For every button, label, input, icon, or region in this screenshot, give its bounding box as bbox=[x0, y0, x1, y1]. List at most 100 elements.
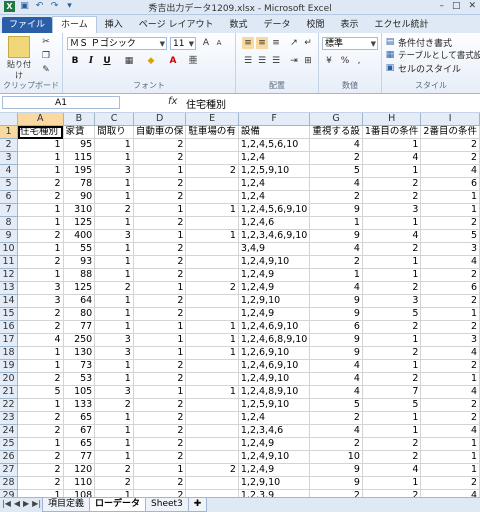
bold-button[interactable]: B bbox=[69, 55, 81, 67]
row-header[interactable]: 7 bbox=[0, 203, 19, 217]
cell[interactable]: 1,2,9,10 bbox=[238, 476, 311, 490]
shrink-font-icon[interactable]: A bbox=[213, 37, 225, 49]
cell[interactable]: 1 bbox=[94, 151, 134, 165]
row-header[interactable]: 13 bbox=[0, 281, 19, 295]
cell[interactable]: 1 bbox=[420, 190, 480, 204]
cell[interactable]: 5 bbox=[17, 385, 64, 399]
tab-formulas[interactable]: 数式 bbox=[221, 17, 255, 33]
cell[interactable] bbox=[185, 359, 239, 373]
cell[interactable] bbox=[185, 216, 239, 230]
row-header[interactable]: 26 bbox=[0, 450, 19, 464]
cell[interactable]: 310 bbox=[63, 203, 96, 217]
cell[interactable]: 9 bbox=[309, 463, 363, 477]
cell[interactable]: 1,2,4,9,10 bbox=[238, 372, 311, 386]
cell[interactable]: 1,2,4,9 bbox=[238, 463, 311, 477]
cell[interactable]: 1 bbox=[94, 268, 134, 282]
cell[interactable]: 3 bbox=[94, 333, 134, 347]
cell[interactable]: 1 bbox=[420, 372, 480, 386]
cell[interactable]: 2 bbox=[17, 411, 64, 425]
cell[interactable]: 3 bbox=[94, 164, 134, 178]
cell[interactable]: 2 bbox=[420, 151, 480, 165]
cell[interactable]: 1,2,4,5,6,9,10 bbox=[238, 203, 311, 217]
cell[interactable]: 1 bbox=[17, 216, 64, 230]
cell[interactable]: 9 bbox=[309, 476, 363, 490]
cell[interactable]: 133 bbox=[63, 398, 96, 412]
cell[interactable]: 2 bbox=[309, 255, 363, 269]
cell[interactable]: 1 bbox=[94, 190, 134, 204]
cell[interactable]: 1 bbox=[94, 372, 134, 386]
cell[interactable]: 1 bbox=[420, 307, 480, 321]
cell[interactable] bbox=[185, 398, 239, 412]
cell[interactable]: 1,2,4,8,9,10 bbox=[238, 385, 311, 399]
cell[interactable]: 77 bbox=[63, 320, 96, 334]
cell[interactable]: 1 bbox=[133, 463, 187, 477]
cell[interactable]: 67 bbox=[63, 424, 96, 438]
cell[interactable]: 5 bbox=[309, 398, 363, 412]
cell[interactable]: 1 bbox=[185, 333, 239, 347]
row-header[interactable]: 14 bbox=[0, 294, 19, 308]
first-sheet-icon[interactable]: |◀ bbox=[2, 499, 11, 508]
cell[interactable]: 4 bbox=[309, 281, 363, 295]
cell[interactable]: 1 bbox=[94, 320, 134, 334]
row-header[interactable]: 24 bbox=[0, 424, 19, 438]
cell[interactable]: 2 bbox=[185, 463, 239, 477]
cell[interactable]: 1 bbox=[362, 359, 422, 373]
align-center-icon[interactable]: ☰ bbox=[256, 55, 268, 67]
cell[interactable]: 2 bbox=[17, 450, 64, 464]
cell[interactable]: 73 bbox=[63, 359, 96, 373]
close-button[interactable]: ✕ bbox=[468, 1, 476, 11]
cell[interactable]: 1,2,4,6,8,9,10 bbox=[238, 333, 311, 347]
cell[interactable]: 4 bbox=[309, 138, 363, 152]
cell[interactable] bbox=[185, 151, 239, 165]
cell[interactable]: 120 bbox=[63, 463, 96, 477]
cell[interactable] bbox=[185, 489, 239, 497]
cell[interactable]: 1 bbox=[94, 242, 134, 256]
align-middle-icon[interactable]: ≡ bbox=[256, 37, 268, 49]
cell[interactable]: 1,2,4,9 bbox=[238, 281, 311, 295]
cell[interactable]: 1,2,4 bbox=[238, 190, 311, 204]
cell[interactable] bbox=[185, 268, 239, 282]
next-sheet-icon[interactable]: ▶ bbox=[23, 499, 29, 508]
cell[interactable]: 53 bbox=[63, 372, 96, 386]
cell[interactable]: 1,2,4 bbox=[238, 411, 311, 425]
row-header[interactable]: 20 bbox=[0, 372, 19, 386]
cell[interactable]: 90 bbox=[63, 190, 96, 204]
cell[interactable]: 1 bbox=[94, 450, 134, 464]
cell[interactable]: 4 bbox=[362, 229, 422, 243]
cell[interactable]: 1 bbox=[94, 138, 134, 152]
cell[interactable]: 195 bbox=[63, 164, 96, 178]
cell[interactable]: 1,2,4,9 bbox=[238, 437, 311, 451]
cell[interactable]: 4 bbox=[309, 372, 363, 386]
cell[interactable]: 1 bbox=[17, 242, 64, 256]
cell[interactable]: 2 bbox=[420, 268, 480, 282]
cell[interactable]: 1 bbox=[133, 281, 187, 295]
cell[interactable]: 重視する設 bbox=[309, 125, 363, 139]
cell[interactable]: 1,2,3,9 bbox=[238, 489, 311, 497]
cell[interactable]: 7 bbox=[362, 385, 422, 399]
sheet-tab-item-definition[interactable]: 項目定義 bbox=[42, 498, 91, 512]
cell[interactable]: 1 bbox=[420, 437, 480, 451]
cell[interactable]: 95 bbox=[63, 138, 96, 152]
cell[interactable]: 1 bbox=[17, 489, 64, 497]
tab-view[interactable]: 表示 bbox=[333, 17, 367, 33]
cell[interactable]: 1 bbox=[420, 450, 480, 464]
cell[interactable]: 2 bbox=[133, 268, 187, 282]
cell[interactable]: 4 bbox=[420, 255, 480, 269]
cell[interactable] bbox=[185, 138, 239, 152]
cell[interactable]: 2 bbox=[362, 281, 422, 295]
column-header[interactable]: B bbox=[63, 113, 96, 126]
cell[interactable]: 1 bbox=[17, 437, 64, 451]
column-header[interactable]: F bbox=[238, 113, 311, 126]
row-header[interactable]: 8 bbox=[0, 216, 19, 230]
grow-font-icon[interactable]: A bbox=[200, 37, 212, 49]
cell[interactable] bbox=[185, 437, 239, 451]
cell[interactable]: 78 bbox=[63, 177, 96, 191]
cell[interactable]: 1 bbox=[309, 216, 363, 230]
wrap-text-icon[interactable]: ↵ bbox=[302, 37, 314, 49]
cell[interactable]: 2 bbox=[362, 346, 422, 360]
cell[interactable] bbox=[185, 307, 239, 321]
cell[interactable]: 1 bbox=[94, 307, 134, 321]
cell[interactable]: 1,2,4,9,10 bbox=[238, 255, 311, 269]
cell[interactable]: 1 bbox=[94, 359, 134, 373]
column-header[interactable]: H bbox=[362, 113, 422, 126]
